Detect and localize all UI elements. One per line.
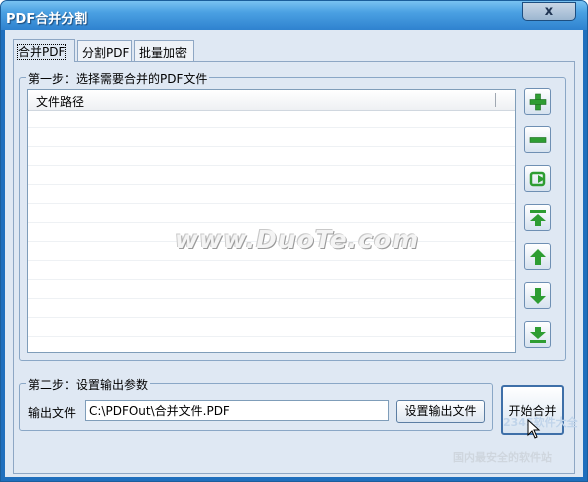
list-header: 文件路径 [28, 90, 515, 111]
set-output-file-button[interactable]: 设置输出文件 [396, 400, 485, 423]
tab-split-pdf[interactable]: 分割PDF [77, 40, 132, 61]
output-file-label: 输出文件 [28, 406, 77, 420]
watermark-duote: www.DuoTe.com [175, 225, 420, 254]
refresh-icon [529, 171, 545, 186]
mouse-cursor-icon [527, 419, 541, 439]
window-title: PDF合并分割 [6, 12, 88, 27]
close-button[interactable]: x [522, 2, 576, 21]
minus-icon [529, 136, 546, 143]
title-bar[interactable]: PDF合并分割 x [1, 1, 587, 30]
column-separator[interactable] [495, 93, 496, 107]
tab-label: 合并PDF [16, 44, 67, 60]
plus-icon [529, 93, 546, 110]
step2-label: 第二步：设置输出参数 [26, 376, 151, 393]
tab-batch-encrypt[interactable]: 批量加密 [134, 40, 194, 61]
column-header-file-path[interactable]: 文件路径 [36, 93, 84, 110]
file-list[interactable]: 文件路径 [27, 89, 516, 353]
tab-label: 批量加密 [139, 46, 188, 60]
arrow-up-icon [529, 248, 546, 265]
clear-list-button[interactable] [524, 165, 551, 192]
close-icon: x [544, 4, 554, 19]
add-file-button[interactable] [524, 88, 551, 115]
tab-label: 分割PDF [82, 46, 130, 60]
move-up-button[interactable] [524, 243, 551, 270]
app-window: PDF合并分割 x 合并PDF 分割PDF 批量加密 第一步：选择需要合并的PD… [0, 0, 588, 482]
watermark-footer: 国内最安全的软件站 [453, 451, 552, 464]
remove-file-button[interactable] [524, 126, 551, 153]
move-down-button[interactable] [524, 282, 551, 309]
move-top-button[interactable] [524, 204, 551, 231]
move-bottom-button[interactable] [524, 321, 551, 348]
tab-merge-pdf[interactable]: 合并PDF [13, 39, 75, 62]
move-bottom-icon [529, 326, 546, 343]
output-file-path-input[interactable] [85, 400, 389, 421]
move-top-icon [529, 209, 546, 226]
step1-label: 第一步：选择需要合并的PDF文件 [26, 70, 210, 87]
arrow-down-icon [529, 287, 546, 304]
